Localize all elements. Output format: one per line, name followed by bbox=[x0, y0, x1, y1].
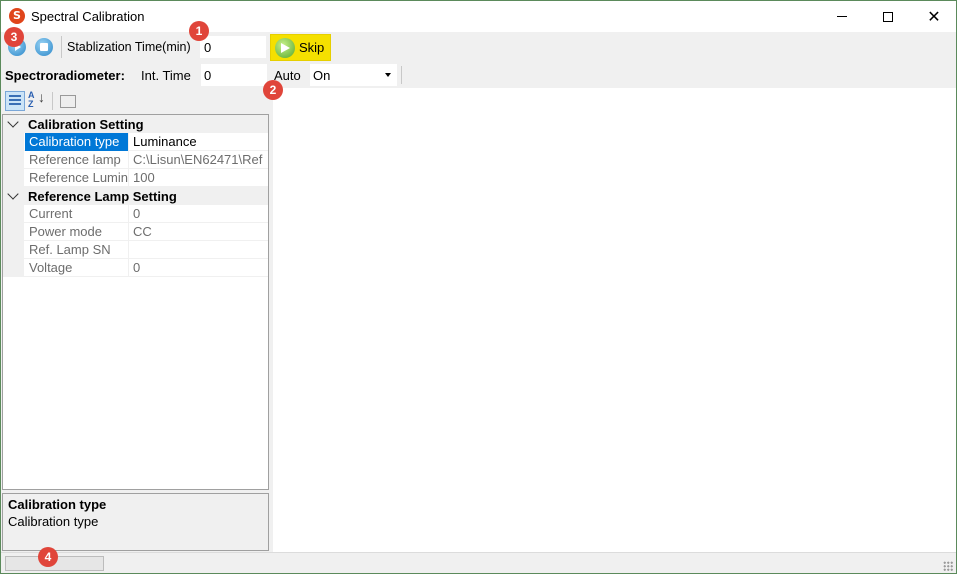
property-name[interactable]: Calibration type bbox=[25, 133, 129, 151]
property-value[interactable]: 100 bbox=[130, 169, 268, 187]
annotation-marker-1: 1 bbox=[189, 21, 209, 41]
close-icon: ✕ bbox=[927, 6, 941, 26]
property-value[interactable]: 0 bbox=[130, 259, 268, 277]
auto-dropdown-value: On bbox=[313, 68, 331, 83]
spectral-calibration-window: S Spectral Calibration ✕ Stablization Ti… bbox=[0, 0, 957, 574]
category-title: Calibration Setting bbox=[28, 117, 144, 132]
property-value[interactable]: 0 bbox=[130, 205, 268, 223]
calibration-toolbar: Stablization Time(min) Skip bbox=[1, 32, 956, 62]
property-grid: Calibration Setting Calibration type Lum… bbox=[2, 114, 269, 490]
auto-dropdown[interactable]: On bbox=[310, 64, 397, 86]
alphabetical-sort-icon[interactable]: A Z ↓ bbox=[28, 90, 48, 111]
categorized-icon[interactable] bbox=[5, 91, 25, 111]
property-name[interactable]: Power mode bbox=[25, 223, 129, 241]
minimize-icon bbox=[837, 16, 847, 17]
skip-button[interactable]: Skip bbox=[270, 34, 331, 61]
annotation-marker-4: 4 bbox=[38, 547, 58, 567]
property-name[interactable]: Ref. Lamp SN bbox=[25, 241, 129, 259]
annotation-marker-2: 2 bbox=[263, 80, 283, 100]
spectroradiometer-toolbar: Spectroradiometer: Int. Time Auto On bbox=[1, 62, 956, 88]
property-row-ref-lamp-sn[interactable]: Ref. Lamp SN bbox=[3, 241, 268, 259]
int-time-input[interactable] bbox=[201, 64, 267, 86]
forward-arrow-icon bbox=[275, 37, 295, 58]
property-value[interactable]: CC bbox=[130, 223, 268, 241]
maximize-icon bbox=[883, 11, 893, 22]
category-title: Reference Lamp Setting bbox=[28, 189, 177, 204]
stabilization-time-input[interactable] bbox=[200, 36, 266, 58]
property-value[interactable]: Luminance bbox=[130, 133, 268, 151]
stop-button[interactable] bbox=[35, 38, 53, 56]
close-button[interactable]: ✕ bbox=[911, 1, 957, 32]
annotation-marker-3: 3 bbox=[4, 27, 24, 47]
property-description-panel: Calibration type Calibration type bbox=[2, 493, 269, 551]
minimize-button[interactable] bbox=[819, 1, 865, 32]
toolbar-separator bbox=[52, 92, 53, 110]
property-row-current[interactable]: Current 0 bbox=[3, 205, 268, 223]
property-grid-toolbar: A Z ↓ bbox=[1, 88, 271, 113]
toolbar-separator bbox=[61, 36, 62, 58]
title-bar: S Spectral Calibration ✕ bbox=[1, 1, 956, 32]
status-bar bbox=[1, 552, 956, 573]
stabilization-time-label: Stablization Time(min) bbox=[67, 40, 191, 54]
property-pages-icon[interactable] bbox=[58, 91, 78, 111]
property-name[interactable]: Voltage bbox=[25, 259, 129, 277]
int-time-label: Int. Time bbox=[141, 68, 191, 83]
category-calibration-setting[interactable]: Calibration Setting bbox=[3, 115, 268, 133]
property-value[interactable] bbox=[130, 241, 268, 259]
chevron-down-icon bbox=[7, 116, 19, 128]
window-title: Spectral Calibration bbox=[31, 9, 145, 24]
property-row-calibration-type[interactable]: Calibration type Luminance bbox=[3, 133, 268, 151]
resize-grip-icon[interactable] bbox=[943, 561, 953, 571]
description-text: Calibration type bbox=[8, 514, 99, 529]
maximize-button[interactable] bbox=[865, 1, 911, 32]
main-content-area bbox=[273, 88, 956, 552]
property-row-reference-luminance[interactable]: Reference Luminance 100 bbox=[3, 169, 268, 187]
category-reference-lamp-setting[interactable]: Reference Lamp Setting bbox=[3, 187, 268, 205]
property-row-voltage[interactable]: Voltage 0 bbox=[3, 259, 268, 277]
skip-button-label: Skip bbox=[299, 40, 325, 55]
description-title: Calibration type bbox=[8, 497, 107, 512]
chevron-down-icon bbox=[385, 73, 391, 77]
property-name[interactable]: Reference Luminance bbox=[25, 169, 129, 187]
property-value[interactable]: C:\Lisun\EN62471\Ref bbox=[130, 151, 268, 169]
property-name[interactable]: Current bbox=[25, 205, 129, 223]
app-logo-icon: S bbox=[9, 8, 25, 24]
property-name[interactable]: Reference lamp bbox=[25, 151, 129, 169]
property-row-power-mode[interactable]: Power mode CC bbox=[3, 223, 268, 241]
toolbar-separator bbox=[401, 66, 402, 84]
property-row-reference-lamp[interactable]: Reference lamp C:\Lisun\EN62471\Ref bbox=[3, 151, 268, 169]
spectroradiometer-label: Spectroradiometer: bbox=[5, 68, 125, 83]
chevron-down-icon bbox=[7, 188, 19, 200]
settings-panel: A Z ↓ Calibration Setting Calibration type… bbox=[1, 88, 271, 552]
